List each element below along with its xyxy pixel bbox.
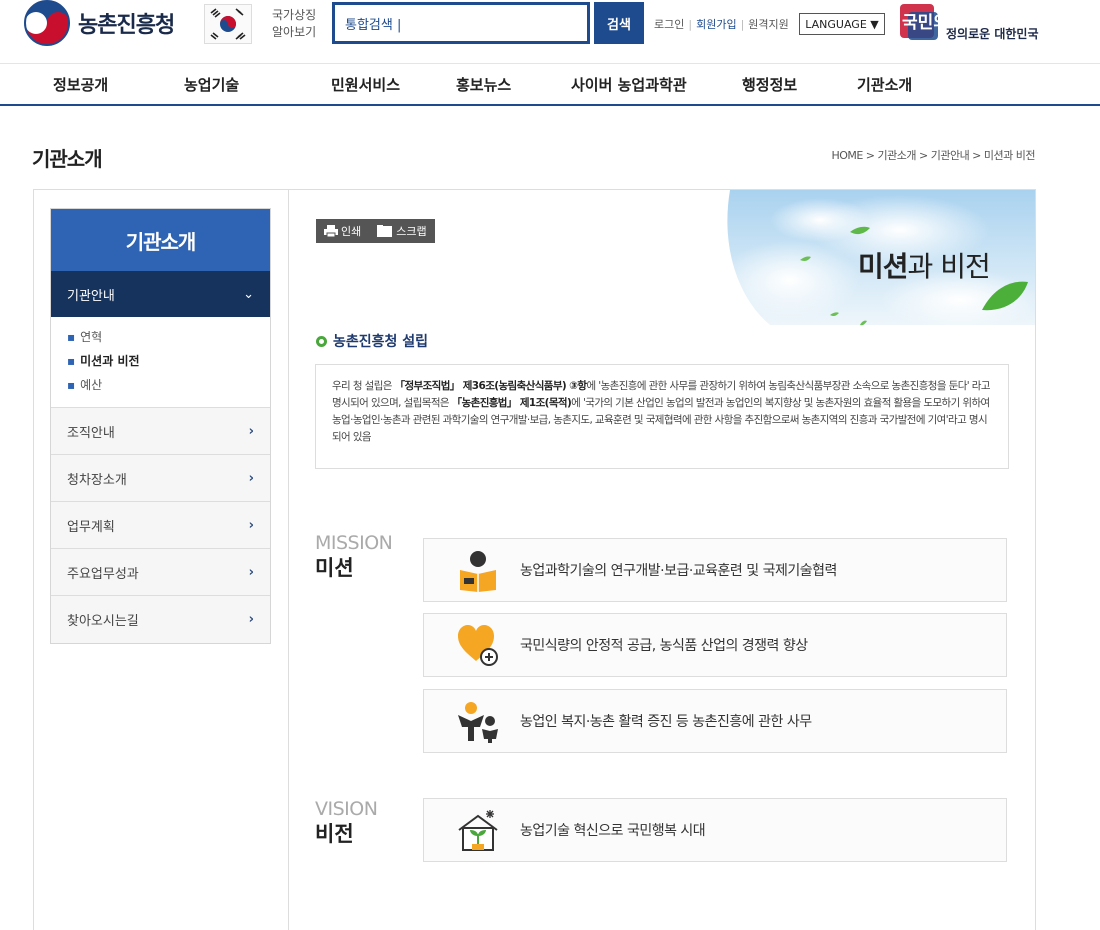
login-link[interactable]: 로그인 xyxy=(654,16,684,32)
site-logo[interactable]: 농촌진흥청 xyxy=(22,0,175,46)
lnb-sub-item-history[interactable]: ▪ 연혁 xyxy=(67,325,254,349)
language-select[interactable]: LANGUAGE ▼ xyxy=(799,13,885,35)
site-header: 농촌진흥청 국가상징 알아보기 검색 로그인 | 회원가입 xyxy=(0,0,1100,64)
gnb-item-info-open[interactable]: 정보공개 xyxy=(53,74,108,95)
bullet-icon: ▪ xyxy=(67,378,76,392)
lnb-divider xyxy=(288,189,289,930)
bullet-icon: ▪ xyxy=(67,354,76,368)
lnb-sub-item-budget[interactable]: ▪ 예산 xyxy=(67,373,254,397)
chevron-down-icon: ⌄ xyxy=(243,286,254,302)
lnb-item-work-plan[interactable]: 업무계획 › xyxy=(51,502,270,549)
print-button[interactable]: 인쇄 xyxy=(316,219,370,243)
gnb-item-civil-service[interactable]: 민원서비스 xyxy=(331,74,400,95)
gnb-item-cyber-museum[interactable]: 사이버 농업과학관 xyxy=(571,74,687,95)
slogan-logo: 국민의 나라 정의로운 대한민국 xyxy=(900,4,1039,41)
mission-item: 국민식량의 안정적 공급, 농식품 산업의 경쟁력 향상 xyxy=(423,613,1007,677)
vision-item: 농업기술 혁신으로 국민행복 시대 xyxy=(423,798,1007,862)
vision-text: 농업기술 혁신으로 국민행복 시대 xyxy=(520,823,706,839)
house-sprout-icon xyxy=(458,810,498,851)
printer-icon xyxy=(324,225,338,237)
search-form: 검색 xyxy=(332,2,644,44)
lnb-item-organization[interactable]: 조직안내 › xyxy=(51,408,270,455)
gnb-item-pr-news[interactable]: 홍보뉴스 xyxy=(456,74,511,95)
search-button[interactable]: 검색 xyxy=(594,2,644,44)
section-title: 농촌진흥청 설립 xyxy=(316,331,428,351)
taegeuk-flag-icon xyxy=(204,4,252,44)
util-separator: | xyxy=(688,17,693,31)
breadcrumb: HOME > 기관소개 > 기관안내 > 미션과 비전 xyxy=(831,149,1035,162)
people-sprout-icon xyxy=(458,702,498,743)
book-reader-icon xyxy=(460,551,496,592)
ring-bullet-icon xyxy=(316,335,327,347)
local-nav: 기관소개 기관안내 ⌄ ▪ 연혁 ▪ 미션과 비전 ▪ 예산 조직안내 › 청차장소개 ›… xyxy=(50,208,271,644)
lnb-sub-menu: ▪ 연혁 ▪ 미션과 비전 ▪ 예산 xyxy=(51,317,270,408)
folder-icon xyxy=(377,225,393,237)
mission-item: 농업인 복지·농촌 활력 증진 등 농촌진흥에 관한 사무 xyxy=(423,689,1007,753)
lnb-item-administrator[interactable]: 청차장소개 › xyxy=(51,455,270,502)
lnb-item-achievements[interactable]: 주요업무성과 › xyxy=(51,549,270,596)
chevron-right-icon: › xyxy=(248,470,254,486)
hero-title: 미션과 비전 xyxy=(858,250,991,283)
search-input[interactable] xyxy=(332,2,590,44)
chevron-right-icon: › xyxy=(248,564,254,580)
lnb-item-directions[interactable]: 찾아오시는길 › xyxy=(51,596,270,643)
logo-text: 농촌진흥청 xyxy=(78,13,175,38)
utility-links: 로그인 | 회원가입 | 원격지원 xyxy=(654,16,789,32)
join-link[interactable]: 회원가입 xyxy=(696,16,736,32)
rda-logo-icon xyxy=(24,0,70,46)
chevron-right-icon: › xyxy=(248,612,254,627)
gnb-item-about[interactable]: 기관소개 xyxy=(857,74,912,95)
mission-text: 농업과학기술의 연구개발·보급·교육훈련 및 국제기술협력 xyxy=(520,563,837,579)
remote-support-link[interactable]: 원격지원 xyxy=(748,16,788,32)
lnb-item-org-guide[interactable]: 기관안내 ⌄ xyxy=(51,271,270,317)
page-title: 기관소개 xyxy=(32,147,103,171)
gnb-item-agri-tech[interactable]: 농업기술 xyxy=(184,74,239,95)
gnb-item-admin-info[interactable]: 행정정보 xyxy=(742,74,797,95)
scrap-button[interactable]: 스크랩 xyxy=(369,219,435,243)
lnb-title: 기관소개 xyxy=(51,209,270,271)
mission-text: 국민식량의 안정적 공급, 농식품 산업의 경쟁력 향상 xyxy=(520,638,808,654)
mission-label-en: MISSION xyxy=(315,532,393,554)
vision-label-en: VISION xyxy=(315,798,378,820)
global-nav: 정보공개 농업기술 민원서비스 홍보뉴스 사이버 농업과학관 행정정보 기관소개 xyxy=(0,64,1100,106)
mission-label-ko: 미션 xyxy=(315,556,354,580)
chevron-right-icon: › xyxy=(248,423,254,439)
lnb-sub-item-mission-vision[interactable]: ▪ 미션과 비전 xyxy=(67,349,254,373)
bullet-icon: ▪ xyxy=(67,330,76,344)
national-symbol-text: 국가상징 알아보기 xyxy=(272,8,317,39)
establishment-intro: 우리 청 설립은 「정부조직법」 제36조(농림축산식품부) ③항에 '농촌진흥… xyxy=(315,364,1009,469)
national-symbol-link[interactable]: 국가상징 알아보기 xyxy=(204,4,322,44)
heart-plus-icon xyxy=(458,625,498,666)
util-separator: | xyxy=(740,17,745,31)
mission-item: 농업과학기술의 연구개발·보급·교육훈련 및 국제기술협력 xyxy=(423,538,1007,602)
chevron-right-icon: › xyxy=(248,517,254,533)
lnb-item-label: 기관안내 xyxy=(67,288,115,304)
svg-text:정의로운 대한민국: 정의로운 대한민국 xyxy=(946,26,1039,41)
vision-label-ko: 비전 xyxy=(315,822,354,846)
page-tools: 인쇄 스크랩 xyxy=(316,219,435,243)
mission-text: 농업인 복지·농촌 활력 증진 등 농촌진흥에 관한 사무 xyxy=(520,714,812,730)
